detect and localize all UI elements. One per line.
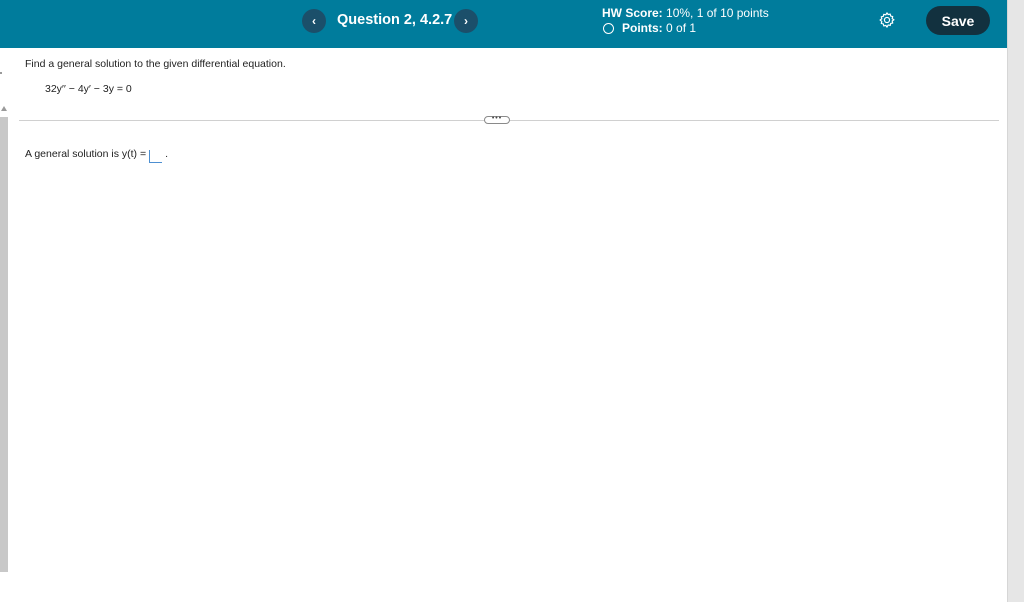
splitter-dot: [0, 72, 2, 74]
left-splitter[interactable]: [0, 117, 8, 572]
answer-prefix: A general solution is y(t) =: [25, 148, 147, 160]
gear-icon[interactable]: [878, 11, 896, 29]
question-prompt: Find a general solution to the given dif…: [25, 58, 286, 70]
points-value: 0 of 1: [666, 21, 697, 35]
expand-more-button[interactable]: •••: [484, 114, 510, 124]
header-bar: ‹ Question 2, 4.2.7 › HW Score: 10%, 1 o…: [0, 0, 1007, 48]
score-block: HW Score: 10%, 1 of 10 points Points: 0 …: [602, 6, 769, 36]
save-button[interactable]: Save: [926, 6, 990, 35]
chevron-right-icon: ›: [464, 14, 468, 28]
ellipsis-icon: •••: [491, 114, 503, 122]
chevron-left-icon: ‹: [312, 14, 316, 28]
points-label: Points:: [622, 21, 663, 35]
splitter-up-arrow-icon[interactable]: [1, 106, 7, 111]
answer-line: A general solution is y(t) = .: [25, 147, 169, 163]
hw-score-value: 10%, 1 of 10 points: [666, 6, 769, 20]
differential-equation: 32y′′ − 4y′ − 3y = 0: [45, 83, 132, 95]
answer-suffix: .: [165, 148, 169, 160]
page: ‹ Question 2, 4.2.7 › HW Score: 10%, 1 o…: [0, 0, 1024, 602]
next-question-button[interactable]: ›: [454, 9, 478, 33]
question-title: Question 2, 4.2.7: [337, 12, 453, 28]
answer-input[interactable]: [149, 150, 163, 163]
hw-score-label: HW Score:: [602, 6, 663, 20]
points: Points: 0 of 1: [602, 21, 769, 36]
previous-question-button[interactable]: ‹: [302, 9, 326, 33]
right-scrollbar[interactable]: [1007, 0, 1024, 602]
hw-score: HW Score: 10%, 1 of 10 points: [602, 6, 769, 21]
progress-circle-icon: [603, 23, 614, 34]
